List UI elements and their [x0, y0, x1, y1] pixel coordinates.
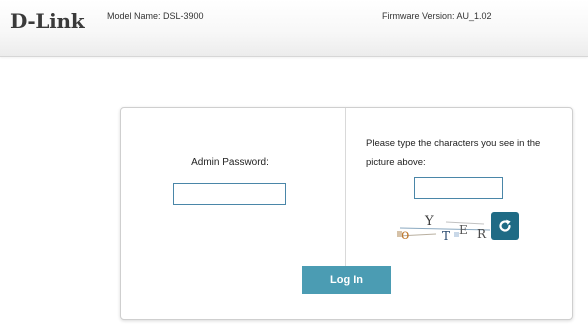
admin-password-label: Admin Password: — [191, 157, 269, 168]
header-bar: D-Link Model Name: DSL-3900 Firmware Ver… — [0, 0, 588, 57]
panel-divider — [345, 108, 346, 266]
captcha-image: o Y T E R — [397, 214, 491, 243]
captcha-prompt: Please type the characters you see in th… — [366, 138, 541, 168]
dlink-logo: D-Link — [10, 9, 85, 33]
login-button[interactable]: Log In — [302, 266, 391, 294]
captcha-input[interactable] — [414, 177, 503, 199]
captcha-char: E — [459, 223, 468, 237]
firmware-version: Firmware Version: AU_1.02 — [382, 11, 492, 21]
admin-password-input[interactable] — [173, 183, 286, 205]
captcha-char: Y — [424, 214, 434, 229]
captcha-char: R — [477, 227, 487, 241]
captcha-char: o — [401, 227, 409, 243]
model-name: Model Name: DSL-3900 — [107, 11, 204, 21]
refresh-icon — [499, 219, 511, 232]
captcha-char: T — [442, 229, 450, 243]
captcha-refresh-button[interactable] — [491, 212, 519, 240]
